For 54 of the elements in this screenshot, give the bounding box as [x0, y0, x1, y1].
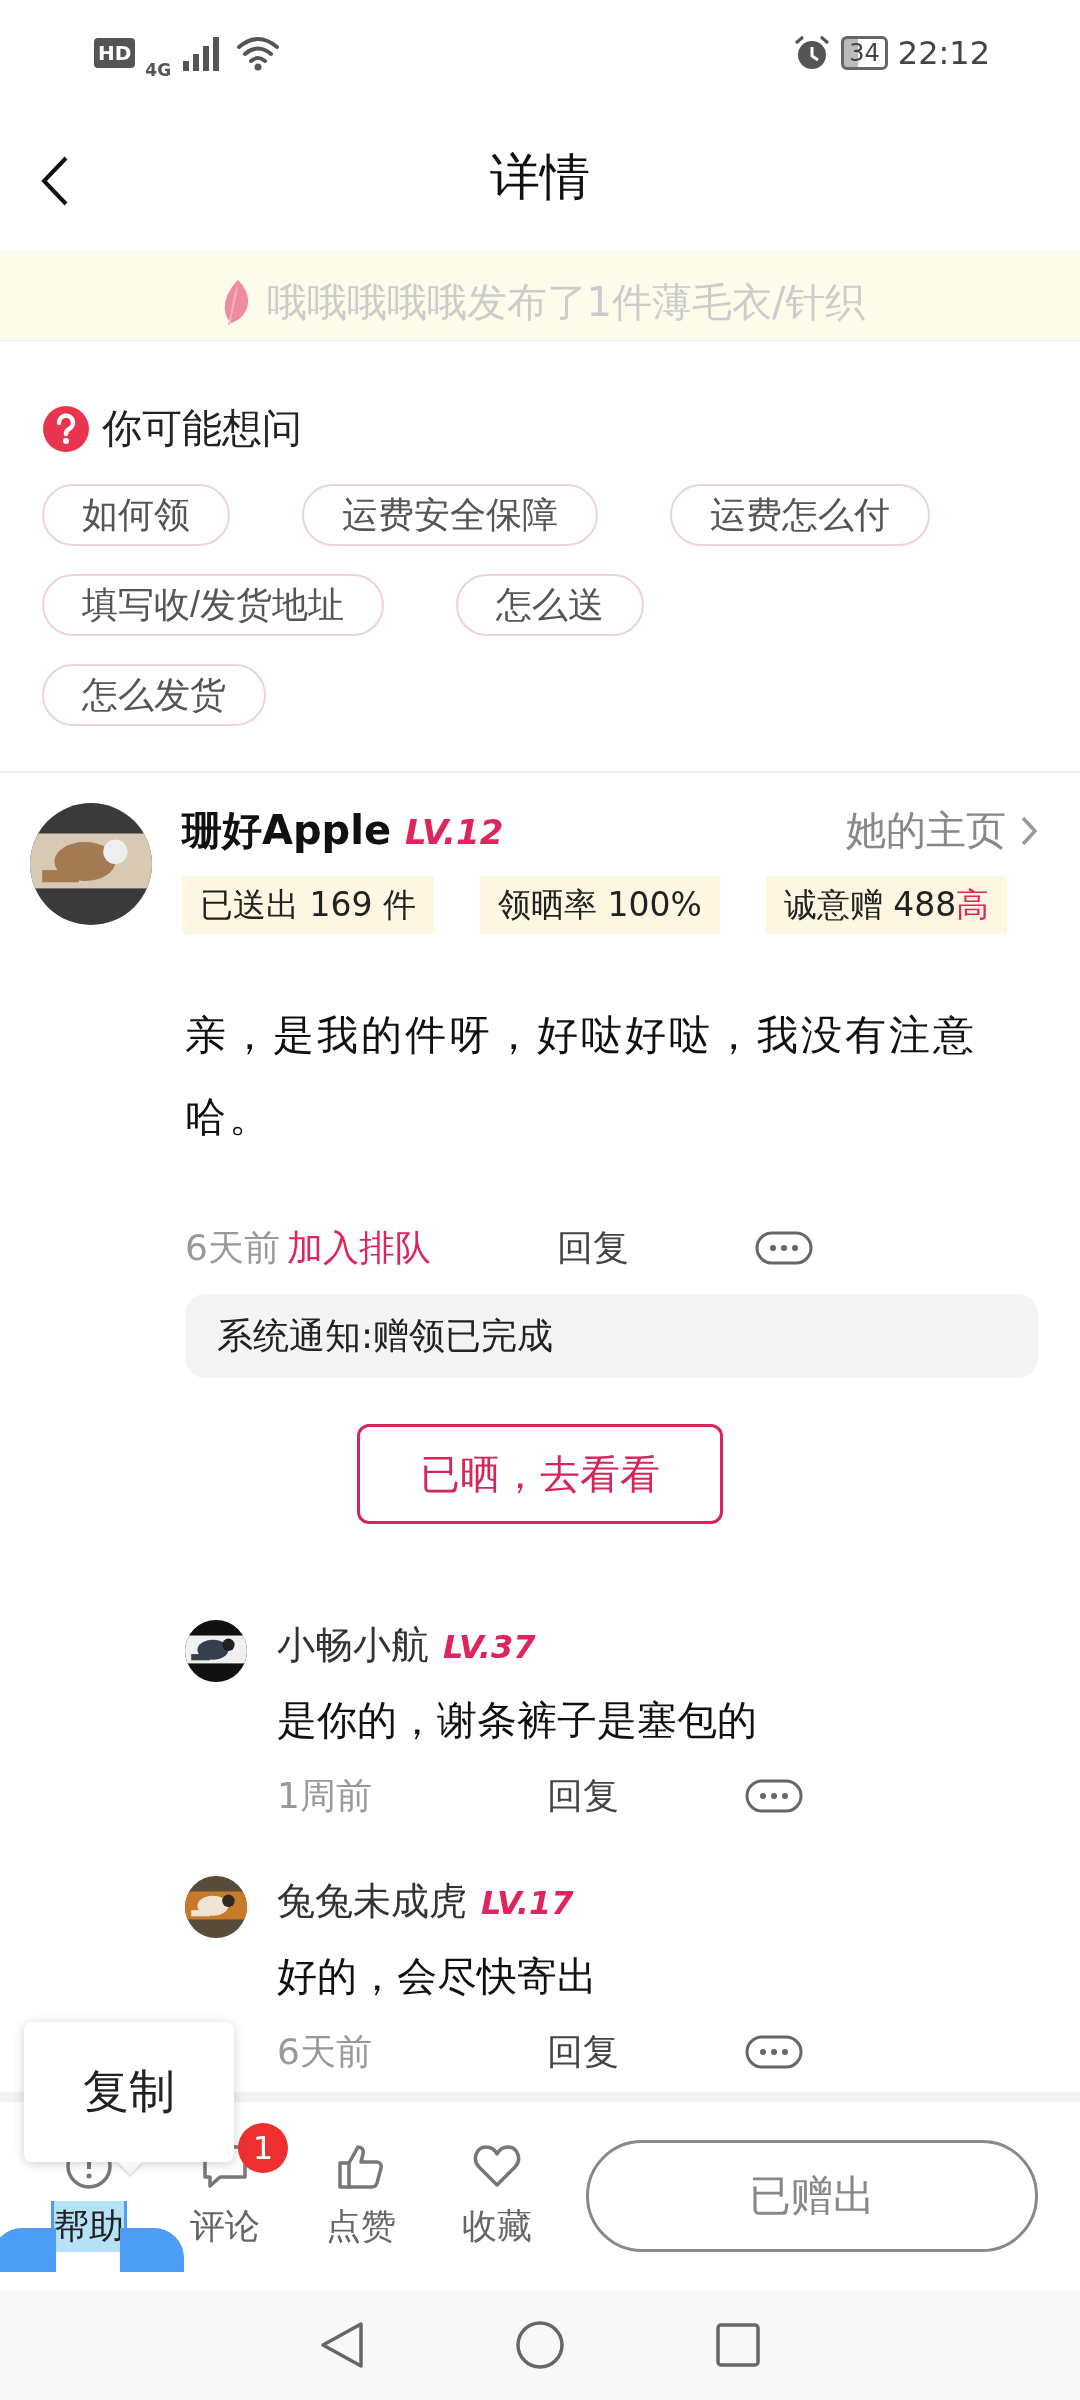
home-nav-icon[interactable]: [515, 2320, 565, 2370]
reply-link[interactable]: 回复: [557, 1223, 755, 1273]
gifted-button[interactable]: 已赠出: [586, 2140, 1038, 2252]
user-name: 兔兔未成虎: [277, 1878, 467, 1925]
back-nav-icon[interactable]: [319, 2320, 365, 2370]
timestamp: 1周前: [277, 1773, 373, 1818]
reply-text: 好的，会尽快寄出: [277, 1952, 598, 2001]
section-title: 你可能想问: [102, 404, 302, 453]
selection-handle[interactable]: [120, 2227, 184, 2272]
question-chip[interactable]: 怎么发货: [42, 664, 266, 726]
profile-link[interactable]: 她的主页: [846, 803, 1038, 858]
copy-menu-item[interactable]: 复制: [77, 2060, 181, 2124]
network-type: 4G: [145, 59, 172, 80]
battery-indicator: 34: [841, 35, 888, 70]
timestamp: 6天前: [277, 2029, 373, 2074]
user-level: LV.37: [443, 1628, 536, 1666]
question-chip[interactable]: 如何领: [42, 484, 230, 546]
question-chip[interactable]: 怎么送: [456, 574, 644, 636]
reply-text: 是你的，谢条裤子是塞包的: [277, 1696, 758, 1745]
question-icon: [42, 404, 90, 453]
reply-link[interactable]: 回复: [547, 1771, 745, 1821]
post-text: 亲，是我的件呀，好哒好哒，我没有注意哈。: [185, 1010, 978, 1143]
reply-link[interactable]: 回复: [547, 2027, 745, 2077]
more-icon[interactable]: [745, 2035, 803, 2069]
selection-handle[interactable]: [0, 2227, 56, 2272]
more-icon[interactable]: [755, 1231, 813, 1265]
timestamp: 6天前: [185, 1225, 281, 1270]
hd-indicator: HD: [94, 37, 136, 68]
action-label[interactable]: 帮助: [51, 2200, 127, 2252]
alarm-icon: [793, 33, 832, 72]
question-chip[interactable]: 运费怎么付: [670, 484, 930, 546]
user-level: LV.17: [481, 1884, 574, 1922]
action-label[interactable]: 收藏: [462, 2200, 532, 2252]
user-level: LV.12: [405, 812, 504, 852]
question-chip[interactable]: 填写收/发货地址: [42, 574, 384, 636]
stat-tag: 领晒率 100%: [479, 876, 720, 934]
back-icon[interactable]: [40, 155, 70, 207]
view-showcase-button[interactable]: 已晒，去看看: [357, 1424, 723, 1524]
clock: 22:12: [897, 33, 990, 72]
queue-link[interactable]: 加入排队: [287, 1223, 557, 1273]
user-name: 小畅小航: [277, 1622, 429, 1669]
stat-tag: 诚意赠 488高: [765, 876, 1008, 934]
page-title: 详情: [490, 147, 590, 208]
chevron-icon: [1020, 814, 1038, 847]
recents-nav-icon[interactable]: [715, 2322, 761, 2368]
stat-tag: 已送出 169 件: [182, 876, 434, 934]
action-label[interactable]: 点赞: [326, 2200, 396, 2252]
user-name: 珊好Apple: [182, 806, 392, 855]
action-label[interactable]: 评论: [190, 2200, 260, 2252]
count-badge: 1: [238, 2122, 288, 2173]
more-icon[interactable]: [745, 1779, 803, 1813]
question-chip[interactable]: 运费安全保障: [302, 484, 598, 546]
system-notice: 系统通知:赠领已完成: [185, 1294, 1038, 1378]
wifi-icon: [235, 34, 282, 71]
